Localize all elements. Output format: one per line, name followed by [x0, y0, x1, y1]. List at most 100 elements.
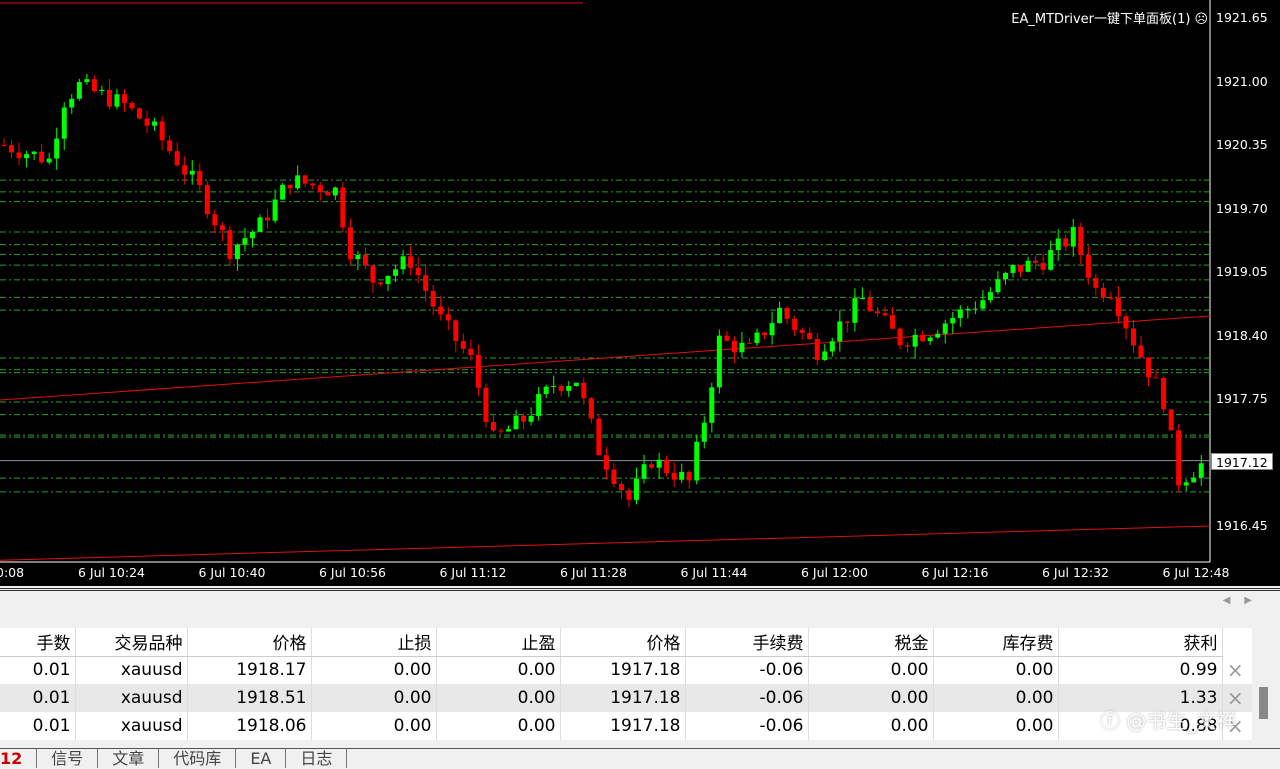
- table-cell: 0.00: [436, 684, 561, 712]
- candle-body: [513, 415, 519, 430]
- column-header[interactable]: 获利: [1058, 628, 1223, 657]
- table-cell: xauusd: [75, 684, 188, 712]
- table-cell: 0.01: [0, 656, 76, 684]
- tab-count[interactable]: 12: [0, 749, 38, 768]
- column-header[interactable]: 库存费: [933, 628, 1059, 657]
- column-header[interactable]: 手续费: [685, 628, 809, 657]
- candle-body: [445, 314, 451, 321]
- table-cell: -0.06: [685, 684, 809, 712]
- tab-articles[interactable]: 文章: [98, 749, 160, 768]
- candle-body: [852, 298, 858, 323]
- price-tick: 1918.40: [1216, 327, 1268, 343]
- table-cell: 1918.51: [187, 684, 312, 712]
- candle-body: [1010, 265, 1016, 273]
- candle-body: [415, 267, 421, 276]
- candle-body: [1123, 316, 1129, 329]
- candle-body: [558, 385, 564, 391]
- candle-body: [1055, 238, 1061, 251]
- column-header[interactable]: 止盈: [436, 628, 561, 657]
- candle-body: [551, 385, 557, 387]
- candle-body: [1153, 377, 1159, 379]
- time-tick: 6 Jul 12:32: [1042, 565, 1110, 580]
- candle-body: [400, 256, 406, 270]
- ea-name: EA_MTDriver一键下单面板(1): [1011, 12, 1191, 27]
- candle-body: [234, 244, 240, 260]
- candle-body: [1108, 297, 1114, 299]
- candle-body: [302, 175, 308, 184]
- tab-signals[interactable]: 信号: [37, 749, 99, 768]
- table-cell: 0.00: [311, 684, 437, 712]
- tab-scroll-arrows[interactable]: ◀▶: [1223, 595, 1266, 606]
- close-position-icon[interactable]: ×: [1222, 656, 1252, 684]
- candle-body: [1131, 328, 1136, 346]
- tab-journal[interactable]: 日志: [286, 749, 348, 768]
- candle-body: [506, 429, 512, 432]
- ea-indicator-label[interactable]: EA_MTDriver一键下单面板(1) ☹: [1011, 8, 1208, 27]
- time-tick: 6 Jul 10:24: [78, 565, 146, 580]
- sad-face-icon: ☹: [1194, 12, 1208, 27]
- candle-body: [972, 308, 978, 310]
- candle-body: [987, 292, 993, 301]
- candle-body: [152, 121, 158, 126]
- candle-body: [1018, 265, 1024, 272]
- tab-ea[interactable]: EA: [236, 749, 287, 768]
- scrollbar-thumb[interactable]: [1259, 687, 1268, 719]
- position-row[interactable]: 0.01 xauusd 1918.06 0.00 0.00 1917.18 -0.06 0.0…: [0, 712, 1252, 740]
- table-cell: 0.01: [0, 684, 76, 712]
- candle-body: [671, 472, 677, 480]
- candle-body: [957, 309, 963, 319]
- candle-body: [807, 332, 813, 340]
- candle-body: [905, 345, 911, 347]
- candle-body: [453, 320, 459, 342]
- candle-body: [634, 478, 640, 500]
- column-header[interactable]: 交易品种: [75, 628, 188, 657]
- tab-codebase[interactable]: 代码库: [159, 749, 237, 768]
- candle-body: [347, 227, 353, 260]
- position-row[interactable]: 0.01 xauusd 1918.17 0.00 0.00 1917.18 -0.06 0.0…: [0, 656, 1252, 684]
- column-header[interactable]: 价格: [560, 628, 686, 657]
- candle-body: [332, 187, 338, 196]
- candle-body: [227, 230, 233, 260]
- time-tick: 6 Jul 10:56: [319, 565, 387, 580]
- candle-body: [1078, 226, 1084, 255]
- table-cell: 0.00: [311, 656, 437, 684]
- candle-body: [280, 184, 286, 200]
- table-cell: 0.00: [436, 712, 561, 740]
- candle-body: [769, 323, 775, 336]
- candle-body: [701, 422, 707, 442]
- price-tick: 1921.00: [1216, 73, 1268, 89]
- candle-body: [649, 464, 655, 468]
- candle-body: [746, 342, 752, 344]
- candle-body: [242, 238, 248, 245]
- price-chart[interactable]: EA_MTDriver一键下单面板(1) ☹ 1921.65 1921.00 1920…: [0, 0, 1280, 586]
- candle-body: [603, 455, 609, 470]
- time-tick: 6 Jul 12:48: [1162, 565, 1230, 580]
- candle-body: [91, 79, 97, 92]
- candle-body: [129, 102, 135, 109]
- candle-body: [430, 290, 436, 307]
- candle-body: [69, 98, 75, 108]
- candle-body: [950, 318, 956, 324]
- column-header[interactable]: 止损: [311, 628, 437, 657]
- table-scrollbar[interactable]: [1255, 654, 1275, 749]
- column-header[interactable]: 价格: [187, 628, 312, 657]
- candle-body: [174, 151, 180, 166]
- candle-body: [1115, 297, 1121, 317]
- candle-body: [1040, 262, 1046, 270]
- candle-body: [890, 315, 896, 329]
- table-cell: 0.01: [0, 712, 76, 740]
- candle-body: [393, 269, 399, 276]
- time-tick: 6 Jul 12:00: [801, 565, 869, 580]
- column-header[interactable]: 手数: [0, 628, 76, 657]
- position-row[interactable]: 0.01 xauusd 1918.51 0.00 0.00 1917.18 -0.06 0.0…: [0, 684, 1252, 712]
- column-header[interactable]: 税金: [808, 628, 934, 657]
- candle-body: [272, 199, 278, 221]
- candle-body: [295, 175, 301, 189]
- candle-body: [912, 334, 918, 347]
- candle-body: [310, 183, 316, 186]
- time-tick: 6 Jul 11:44: [680, 565, 748, 580]
- candle-body: [536, 393, 542, 416]
- candle-body: [521, 415, 527, 422]
- candle-body: [385, 275, 391, 285]
- terminal-tabs: 12 信号 文章 代码库 EA 日志: [0, 748, 1280, 768]
